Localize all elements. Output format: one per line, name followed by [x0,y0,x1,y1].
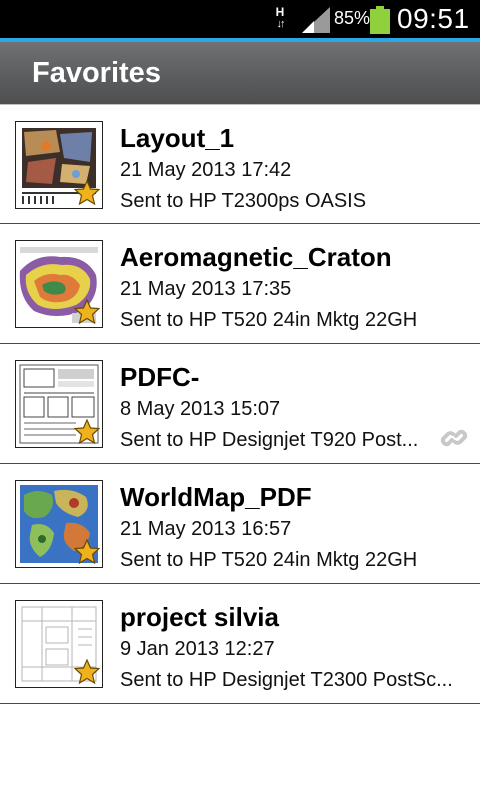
data-activity-icon: ↓↑ [276,18,286,30]
list-item[interactable]: Layout_1 21 May 2013 17:42 Sent to HP T2… [0,104,480,224]
link-icon [440,429,468,447]
status-bar: H ↓↑ 85% 09:51 [0,0,480,38]
item-date: 21 May 2013 17:42 [120,159,292,181]
item-name: Aeromagnetic_Craton [120,242,392,272]
clock: 09:51 [397,3,470,34]
favorite-star-icon[interactable] [74,299,100,325]
favorite-star-icon[interactable] [74,539,100,565]
network-type-indicator: H ↓↑ [271,6,289,32]
item-date: 21 May 2013 16:57 [120,518,292,540]
item-date: 9 Jan 2013 12:27 [120,638,275,660]
item-name: WorldMap_PDF [120,482,312,512]
map-thumbnail-icon [15,121,103,209]
item-printer-status: Sent to HP Designjet T2300 PostSc... [120,669,453,691]
favorites-list: Layout_1 21 May 2013 17:42 Sent to HP T2… [0,104,480,704]
favorite-star-icon[interactable] [74,180,100,206]
item-date: 8 May 2013 15:07 [120,398,281,420]
list-item[interactable]: WorldMap_PDF 21 May 2013 16:57 Sent to H… [0,464,480,584]
item-printer-status: Sent to HP T2300ps OASIS [120,190,367,212]
item-printer-status: Sent to HP T520 24in Mktg 22GH [120,309,418,331]
item-name: project silvia [120,602,279,632]
item-name: PDFC- [120,362,200,392]
action-bar: Favorites [0,38,480,104]
geology-map-thumbnail-icon [15,240,103,328]
item-name: Layout_1 [120,123,235,153]
floorplan-thumbnail-icon [15,600,103,688]
signal-strength-icon [302,7,330,33]
battery-icon [370,6,390,34]
page-title: Favorites [32,57,161,89]
battery-percent: 85% [334,8,371,28]
favorite-star-icon[interactable] [74,419,100,445]
network-type-label: H [275,5,285,19]
list-item[interactable]: project silvia 9 Jan 2013 12:27 Sent to … [0,584,480,704]
item-printer-status: Sent to HP T520 24in Mktg 22GH [120,549,418,571]
favorite-star-icon[interactable] [74,659,100,685]
drawing-thumbnail-icon [15,360,103,448]
list-item[interactable]: Aeromagnetic_Craton 21 May 2013 17:35 Se… [0,224,480,344]
world-map-thumbnail-icon [15,480,103,568]
list-item[interactable]: PDFC- 8 May 2013 15:07 Sent to HP Design… [0,344,480,464]
item-date: 21 May 2013 17:35 [120,278,292,300]
item-printer-status: Sent to HP Designjet T920 Post... [120,429,419,451]
